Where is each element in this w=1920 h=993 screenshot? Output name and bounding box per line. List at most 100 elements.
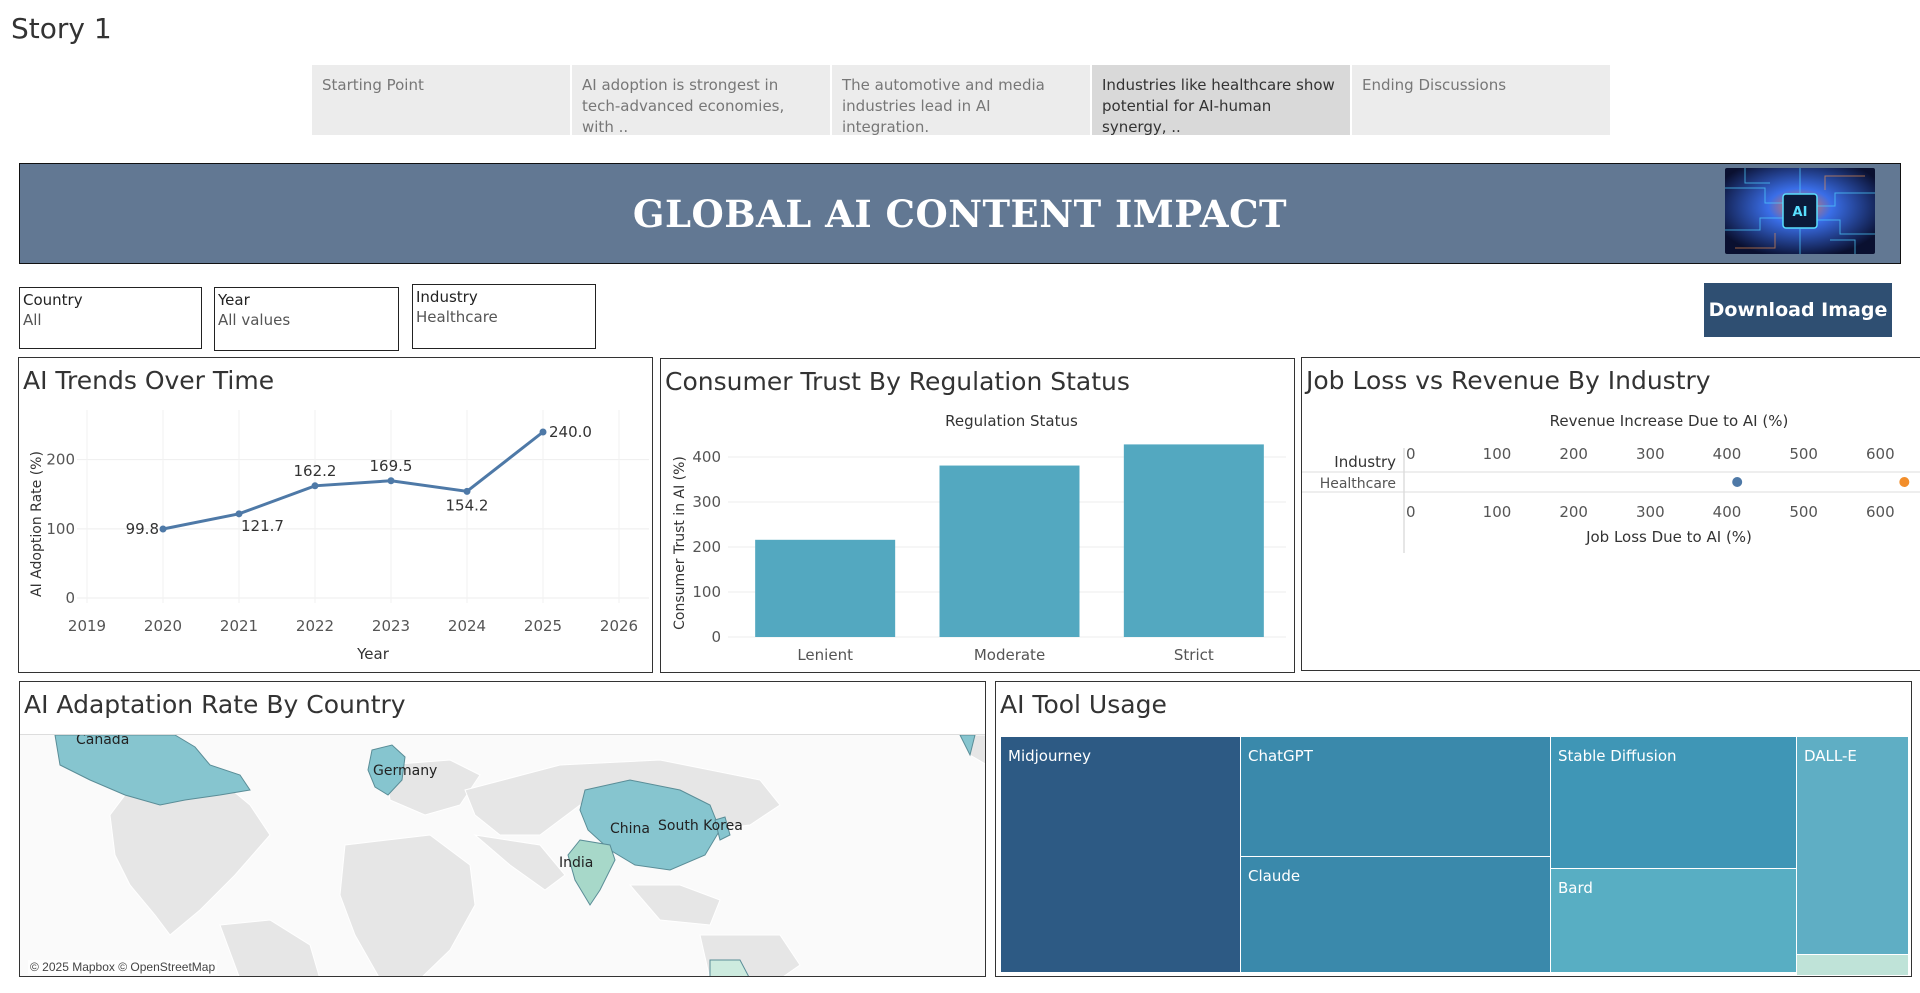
trend-line — [162, 430, 544, 531]
trust-bar — [939, 465, 1080, 637]
jobloss-row-label: Healthcare — [1320, 476, 1396, 492]
filter-industry[interactable]: Industry Healthcare — [412, 284, 596, 349]
map-middle-east — [473, 834, 566, 891]
story-tabs: Starting Point AI adoption is strongest … — [312, 65, 1612, 135]
jobloss-top-tick: 100 — [1483, 445, 1512, 463]
treemap-cell-other[interactable] — [1797, 955, 1909, 976]
filter-year-value[interactable]: All values — [218, 311, 395, 329]
jobloss-top-tick: 600 — [1866, 445, 1895, 463]
jobloss-row-header: Industry — [1334, 453, 1396, 471]
map-india[interactable] — [567, 839, 616, 906]
trend-data-label: 154.2 — [446, 496, 489, 514]
map-label-south-korea: South Korea — [658, 818, 743, 834]
trend-point — [311, 482, 319, 490]
jobloss-bottom-tick: 500 — [1789, 503, 1818, 521]
filter-year[interactable]: Year All values — [214, 287, 399, 351]
trust-bar — [1123, 444, 1264, 637]
jobloss-top-axis-label: Revenue Increase Due to AI (%) — [1550, 412, 1789, 430]
trend-xtick: 2023 — [372, 617, 410, 635]
trust-ylabel: Consumer Trust in AI (%) — [672, 456, 688, 630]
jobloss-top-tick: 500 — [1789, 445, 1818, 463]
treemap-cell-claude[interactable]: Claude — [1241, 857, 1551, 973]
jobloss-top-tick: 200 — [1559, 445, 1588, 463]
trend-data-label: 240.0 — [549, 423, 592, 441]
filter-country-label: Country — [23, 291, 83, 309]
jobloss-bottom-tick: 200 — [1559, 503, 1588, 521]
panel-title-map: AI Adaptation Rate By Country — [24, 690, 406, 719]
download-image-button[interactable]: Download Image — [1704, 283, 1892, 337]
jobloss-dot-chart[interactable]: Revenue Increase Due to AI (%) Industry 0 0… — [1302, 358, 1920, 671]
story-tab-healthcare[interactable]: Industries like healthcare show potentia… — [1092, 65, 1350, 135]
map-south-america — [219, 919, 320, 976]
treemap-cell-dall-e[interactable]: DALL-E — [1797, 737, 1909, 955]
map-label-canada: Canada — [76, 735, 129, 748]
map-southeast-asia — [628, 884, 721, 926]
map-attribution[interactable]: © 2025 Mapbox © OpenStreetMap — [28, 960, 218, 974]
panel-ai-map: AI Adaptation Rate By Country Canada Ger… — [19, 681, 986, 977]
story-tab-starting-point[interactable]: Starting Point — [312, 65, 570, 135]
trend-xtick: 2020 — [144, 617, 182, 635]
panel-job-loss: Job Loss vs Revenue By Industry Revenue … — [1301, 357, 1920, 671]
map-africa — [339, 834, 476, 976]
trust-ytick: 400 — [692, 448, 721, 466]
filter-country[interactable]: Country All — [19, 287, 202, 349]
trend-ytick: 200 — [46, 451, 75, 469]
jobloss-bottom-tick: 100 — [1483, 503, 1512, 521]
panel-title-tools: AI Tool Usage — [1000, 690, 1167, 719]
trend-point — [387, 477, 395, 485]
trust-bar — [755, 539, 896, 637]
jobloss-dot — [1899, 477, 1910, 487]
map-label-india: India — [559, 855, 593, 871]
trend-xtick: 2022 — [296, 617, 334, 635]
filter-industry-label: Industry — [416, 288, 478, 306]
trends-line-chart[interactable]: 0 100 200 2019 2020 2021 2022 2023 2024 2025 2026 Y… — [19, 358, 653, 673]
trend-data-label: 99.8 — [126, 520, 159, 538]
map-label-china: China — [610, 821, 650, 837]
jobloss-bottom-tick: 0 — [1406, 503, 1416, 521]
filter-country-value[interactable]: All — [23, 311, 198, 329]
map-label-germany: Germany — [373, 763, 437, 779]
trend-xtick: 2025 — [524, 617, 562, 635]
jobloss-dot — [1732, 477, 1743, 487]
story-tab-ai-adoption[interactable]: AI adoption is strongest in tech-advance… — [572, 65, 830, 135]
jobloss-bottom-tick: 400 — [1713, 503, 1742, 521]
jobloss-bottom-tick: 600 — [1866, 503, 1895, 521]
dashboard-banner: GLOBAL AI CONTENT IMPACT AI — [19, 163, 1901, 264]
trust-column-header: Regulation Status — [945, 412, 1078, 430]
filter-industry-value[interactable]: Healthcare — [416, 308, 592, 326]
filter-year-label: Year — [218, 291, 250, 309]
treemap-cell-chatgpt[interactable]: ChatGPT — [1241, 737, 1551, 857]
tool-usage-treemap: Midjourney ChatGPT Claude Stable Diffusi… — [1001, 737, 1911, 976]
treemap-cell-bard[interactable]: Bard — [1551, 869, 1797, 973]
jobloss-bottom-axis-label: Job Loss Due to AI (%) — [1585, 528, 1752, 546]
jobloss-top-tick: 300 — [1636, 445, 1665, 463]
trend-xtick: 2024 — [448, 617, 486, 635]
trend-data-label: 121.7 — [241, 517, 284, 535]
jobloss-top-tick: 400 — [1713, 445, 1742, 463]
trend-point — [159, 525, 167, 533]
dashboard-title: GLOBAL AI CONTENT IMPACT — [632, 192, 1288, 236]
trend-xtick: 2021 — [220, 617, 258, 635]
trend-point — [539, 428, 547, 436]
story-tab-automotive-media[interactable]: The automotive and media industries lead… — [832, 65, 1090, 135]
treemap-cell-stable-diffusion[interactable]: Stable Diffusion — [1551, 737, 1797, 869]
ai-chip-image: AI — [1725, 168, 1875, 254]
story-title: Story 1 — [11, 12, 112, 45]
trend-point — [463, 487, 471, 495]
trend-data-label: 169.5 — [370, 457, 413, 475]
trust-bar-chart[interactable]: Regulation Status 0 100 200 300 400Consumer T… — [661, 359, 1295, 673]
treemap-cell-midjourney[interactable]: Midjourney — [1001, 737, 1241, 973]
trust-category-label: Moderate — [974, 646, 1045, 664]
panel-ai-trends: AI Trends Over Time 0 100 200 2019 2020 2021 2… — [18, 357, 653, 673]
trust-category-label: Lenient — [797, 646, 853, 664]
trust-ytick: 0 — [711, 628, 721, 646]
panel-consumer-trust: Consumer Trust By Regulation Status Regu… — [660, 358, 1295, 673]
trend-xtick: 2019 — [68, 617, 106, 635]
trend-xlabel: Year — [356, 645, 390, 663]
jobloss-top-tick: 0 — [1406, 445, 1416, 463]
jobloss-bottom-tick: 300 — [1636, 503, 1665, 521]
story-tab-ending-discussions[interactable]: Ending Discussions — [1352, 65, 1610, 135]
world-map[interactable]: Canada Germany China South Korea India ©… — [20, 734, 985, 976]
trend-ytick: 0 — [65, 589, 75, 607]
trend-data-label: 162.2 — [294, 462, 337, 480]
